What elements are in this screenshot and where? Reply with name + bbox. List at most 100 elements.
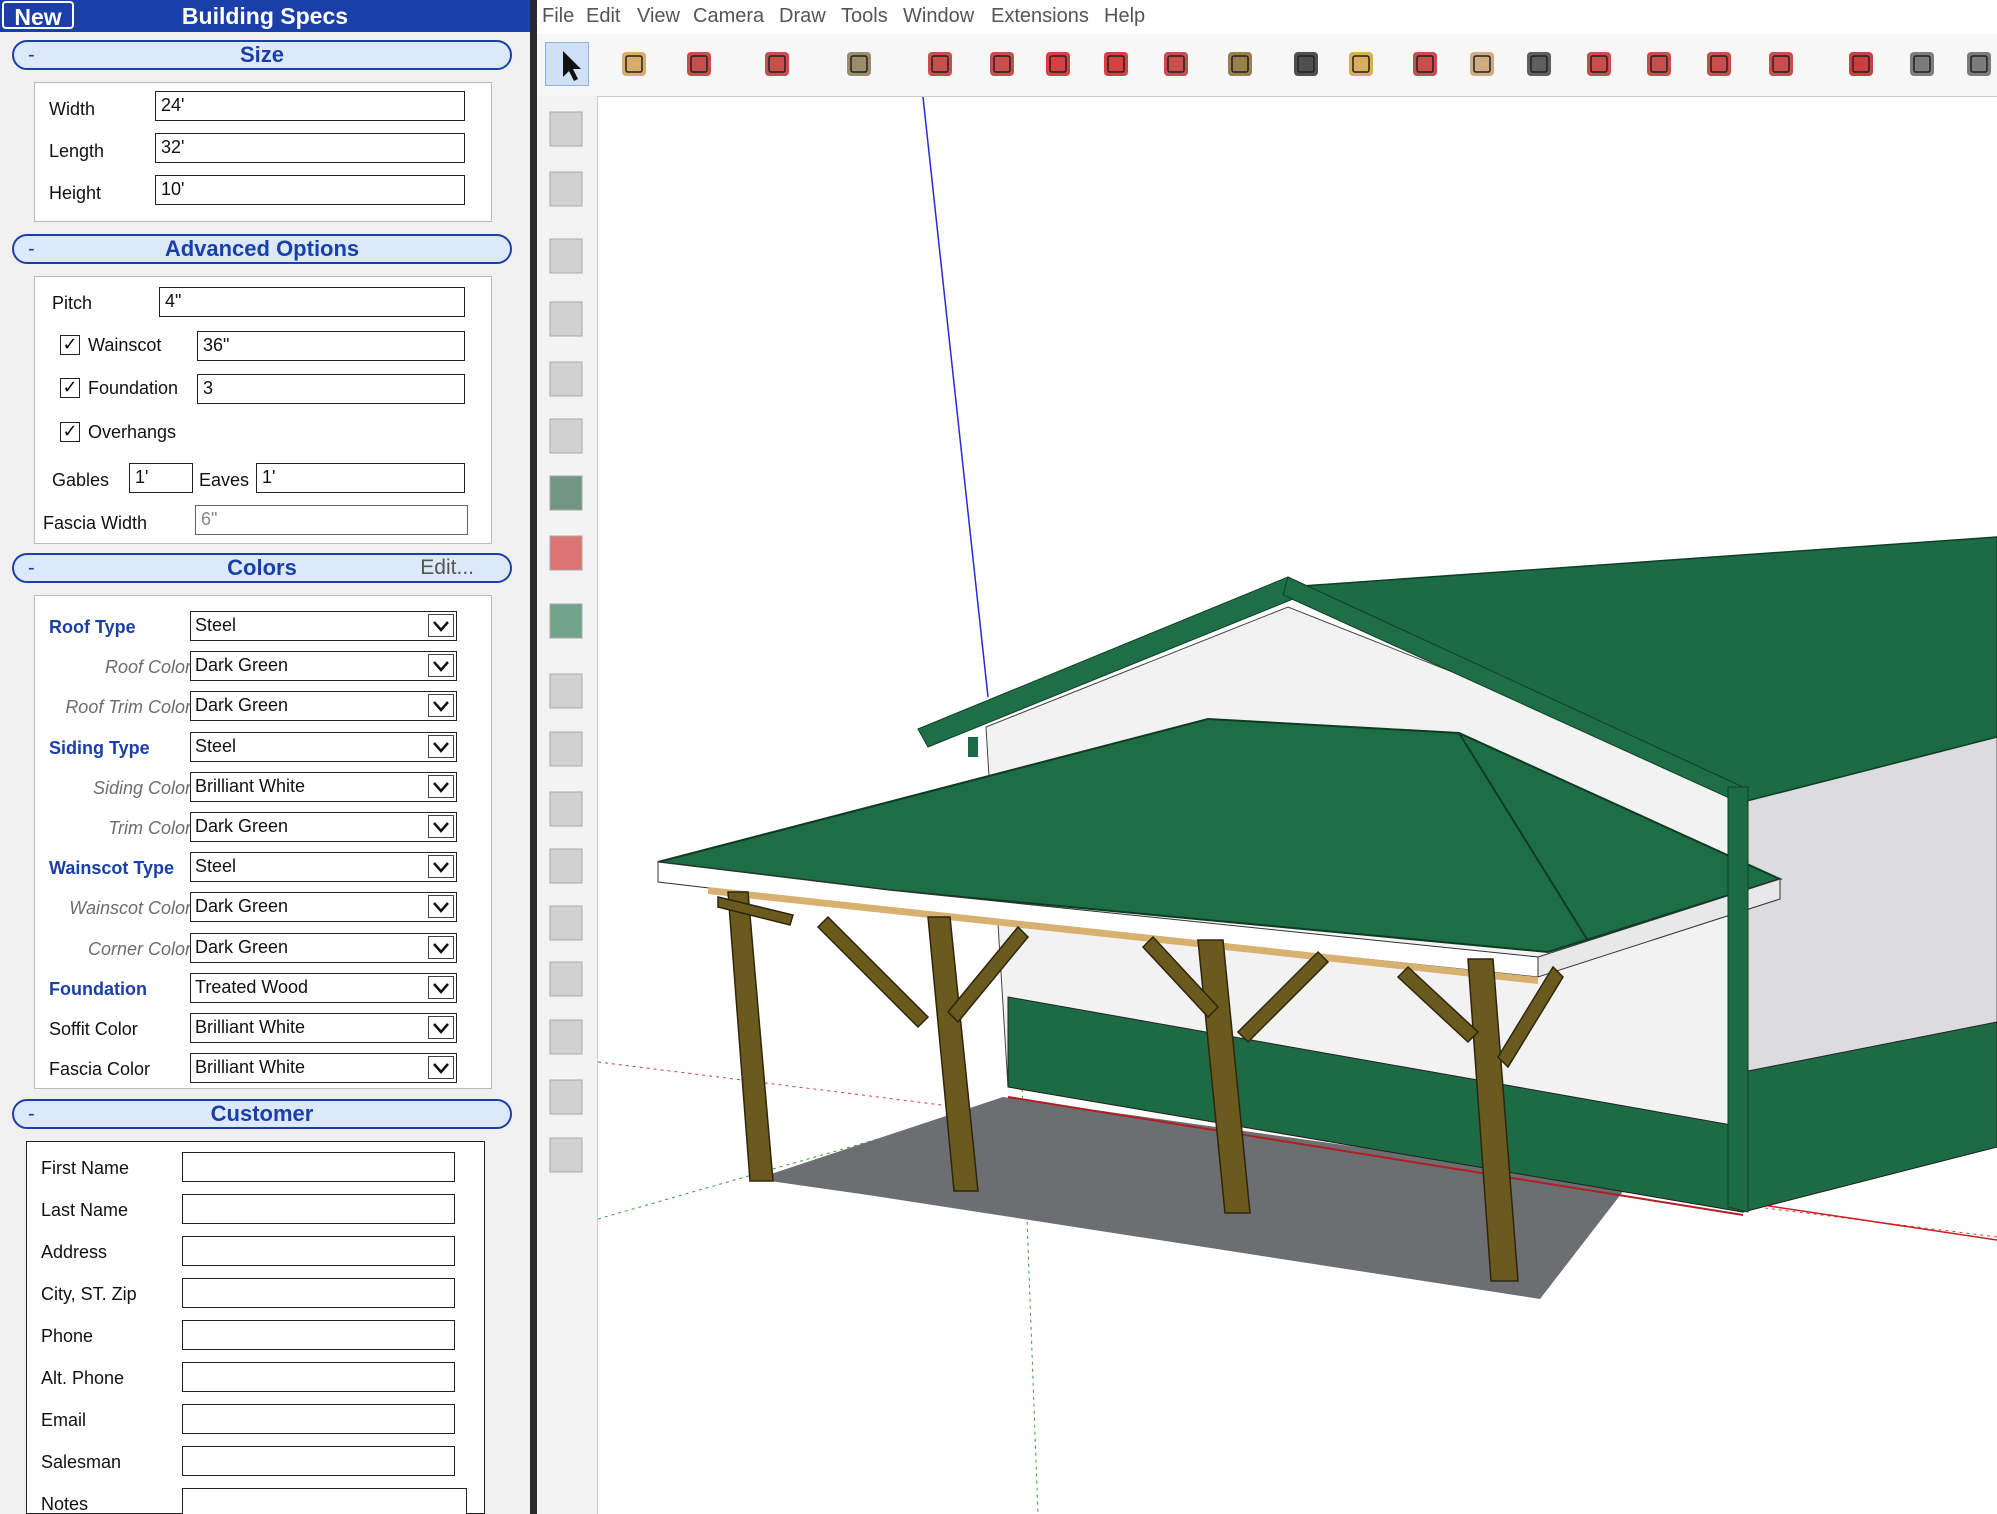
layout-icon[interactable] (1759, 42, 1803, 86)
wainscot-input[interactable]: 36" (197, 331, 465, 361)
color-select[interactable]: Brilliant White (190, 1013, 457, 1043)
menu-edit[interactable]: Edit (586, 5, 620, 28)
color-select[interactable]: Steel (190, 731, 457, 762)
customer-field-input[interactable] (182, 1194, 455, 1224)
color-select[interactable]: Dark Green (190, 691, 457, 722)
wainscot-icon[interactable] (540, 528, 592, 578)
text-icon[interactable] (1284, 42, 1328, 86)
length-input[interactable]: 32' (155, 133, 465, 163)
height-input[interactable]: 10' (155, 175, 465, 205)
customer-field-input[interactable] (182, 1362, 455, 1392)
select-icon[interactable] (545, 42, 589, 86)
cupola-icon[interactable] (540, 468, 592, 518)
chevron-down-icon[interactable] (428, 614, 454, 637)
gables-input[interactable]: 1' (129, 463, 193, 493)
chevron-down-icon[interactable] (428, 694, 454, 718)
print-icon[interactable] (540, 1012, 592, 1062)
customer-field-input[interactable] (182, 1320, 455, 1350)
width-input[interactable]: 24' (155, 91, 465, 121)
chevron-down-icon[interactable] (428, 975, 454, 999)
eraser-icon[interactable] (612, 42, 656, 86)
colors-edit-link[interactable]: Edit... (420, 555, 474, 581)
pitch-input[interactable]: 4" (159, 287, 465, 317)
panel-splitter[interactable] (530, 0, 537, 1514)
zoom-icon[interactable] (1517, 42, 1561, 86)
customer-field-input[interactable] (182, 1152, 455, 1182)
customer-field-input[interactable] (182, 1236, 455, 1266)
chevron-down-icon[interactable] (428, 774, 454, 798)
pencil-icon[interactable] (677, 42, 721, 86)
follow-me-icon[interactable] (980, 42, 1024, 86)
new-button[interactable]: New (2, 1, 74, 30)
customer-field-input[interactable] (182, 1278, 455, 1308)
excel-icon[interactable] (540, 596, 592, 646)
push-pull-icon[interactable] (918, 42, 962, 86)
model-viewport[interactable] (598, 97, 1997, 1514)
menu-view[interactable]: View (637, 5, 680, 28)
chevron-down-icon[interactable] (428, 935, 454, 959)
section-colors-header[interactable]: - Colors Edit... (12, 553, 512, 583)
envelope-icon[interactable] (540, 841, 592, 891)
menu-draw[interactable]: Draw (779, 5, 826, 28)
color-select[interactable]: Dark Green (190, 812, 457, 842)
chevron-down-icon[interactable] (428, 815, 454, 838)
house-icon[interactable] (1900, 42, 1944, 86)
wainscot-checkbox[interactable]: ✓ (60, 335, 80, 355)
chevron-down-icon[interactable] (428, 855, 454, 879)
menu-file[interactable]: File (542, 5, 574, 28)
panel-icon[interactable] (540, 411, 592, 461)
color-select[interactable]: Brilliant White (190, 1053, 457, 1084)
tape-measure-icon[interactable] (1218, 42, 1262, 86)
color-select[interactable]: Dark Green (190, 651, 457, 682)
menu-tools[interactable]: Tools (841, 5, 888, 28)
orbit-icon[interactable] (1403, 42, 1447, 86)
chevron-down-icon[interactable] (428, 654, 454, 678)
angle-dimension-icon[interactable] (540, 724, 592, 774)
section-customer-header[interactable]: - Customer (12, 1099, 512, 1129)
chevron-down-icon[interactable] (428, 1056, 454, 1080)
fascia-width-input[interactable]: 6" (195, 505, 468, 535)
paint-bucket-icon[interactable] (1339, 42, 1383, 86)
menu-camera[interactable]: Camera (693, 5, 764, 28)
rotate-icon[interactable] (1094, 42, 1138, 86)
ruby-icon[interactable] (1839, 42, 1883, 86)
lean-to-icon[interactable] (540, 164, 592, 214)
menu-window[interactable]: Window (903, 5, 974, 28)
garage-door-icon[interactable] (540, 294, 592, 344)
foundation-input[interactable]: 3 (197, 374, 465, 404)
color-select[interactable]: Treated Wood (190, 972, 457, 1003)
customer-field-input[interactable] (182, 1404, 455, 1434)
door-icon[interactable] (540, 231, 592, 281)
pan-icon[interactable] (1460, 42, 1504, 86)
color-select[interactable]: Dark Green (190, 932, 457, 963)
spec-sheet-icon[interactable] (540, 104, 592, 154)
section-size-header[interactable]: - Size (12, 40, 512, 70)
truss-icon[interactable] (540, 784, 592, 834)
color-select[interactable]: Dark Green (190, 892, 457, 923)
customer-field-input[interactable] (182, 1488, 467, 1514)
zoom-extents-icon[interactable] (1577, 42, 1621, 86)
foundation-checkbox[interactable]: ✓ (60, 378, 80, 398)
scale-icon[interactable] (1154, 42, 1198, 86)
customer-field-input[interactable] (182, 1446, 455, 1476)
dimension-icon[interactable] (540, 666, 592, 716)
arc-icon[interactable] (755, 42, 799, 86)
chevron-down-icon[interactable] (428, 734, 454, 758)
color-select[interactable]: Steel (190, 852, 457, 883)
mail-icon[interactable] (540, 898, 592, 948)
extension-warehouse-icon[interactable] (1697, 42, 1741, 86)
settings-icon[interactable] (540, 1072, 592, 1122)
component-icon[interactable] (1957, 42, 1997, 86)
section-advanced-header[interactable]: - Advanced Options (12, 234, 512, 264)
move-icon[interactable] (1036, 42, 1080, 86)
menu-extensions[interactable]: Extensions (991, 5, 1089, 28)
overhangs-checkbox[interactable]: ✓ (60, 422, 80, 442)
warehouse-icon[interactable] (1637, 42, 1681, 86)
color-select[interactable]: Steel (190, 611, 457, 641)
shape-icon[interactable] (837, 42, 881, 86)
columns-icon[interactable] (540, 1130, 592, 1180)
eaves-input[interactable]: 1' (256, 463, 465, 493)
menu-help[interactable]: Help (1104, 5, 1145, 28)
roof-icon[interactable] (540, 954, 592, 1004)
chevron-down-icon[interactable] (428, 895, 454, 919)
